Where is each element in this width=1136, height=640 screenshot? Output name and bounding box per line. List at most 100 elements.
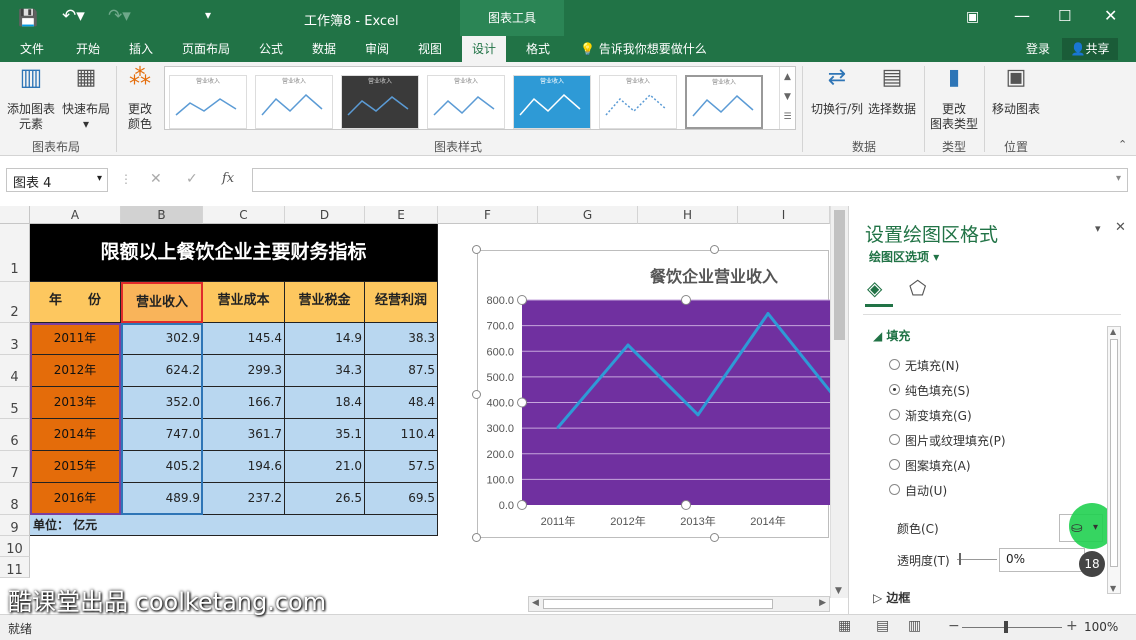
border-section-header[interactable]: ▷ 边框: [873, 589, 910, 606]
redo-icon[interactable]: ↷▾: [108, 6, 131, 26]
chart-style-5[interactable]: 营业收入: [513, 75, 591, 129]
year-cell[interactable]: 2014年: [30, 419, 121, 451]
column-header[interactable]: E: [365, 206, 438, 224]
value-cell[interactable]: 48.4: [365, 387, 438, 419]
scroll-up-icon[interactable]: ▲: [1110, 327, 1116, 336]
value-cell[interactable]: 21.0: [285, 451, 365, 483]
value-cell[interactable]: 145.4: [203, 323, 285, 355]
row-header[interactable]: 1: [0, 224, 30, 282]
vertical-scrollbar[interactable]: ▼: [830, 206, 848, 598]
radio-pattern-fill[interactable]: [889, 459, 900, 470]
undo-icon[interactable]: ↶▾: [62, 6, 85, 26]
column-header[interactable]: C: [203, 206, 285, 224]
tab-page-layout[interactable]: 页面布局: [182, 40, 230, 57]
slider-thumb[interactable]: [959, 553, 961, 565]
value-cell[interactable]: 18.4: [285, 387, 365, 419]
chart-style-6[interactable]: 营业收入: [599, 75, 677, 129]
value-cell[interactable]: 352.0: [121, 387, 203, 419]
page-break-view-icon[interactable]: ▥: [908, 618, 921, 634]
row-header[interactable]: 3: [0, 323, 30, 355]
row-header[interactable]: 8: [0, 483, 30, 515]
value-cell[interactable]: 489.9: [121, 483, 203, 515]
value-cell[interactable]: 57.5: [365, 451, 438, 483]
column-header[interactable]: B: [121, 206, 203, 224]
transparency-input[interactable]: 0%: [999, 548, 1085, 572]
chart-style-7[interactable]: 营业收入: [685, 75, 763, 129]
value-cell[interactable]: 237.2: [203, 483, 285, 515]
tab-format[interactable]: 格式: [526, 40, 550, 57]
zoom-in-icon[interactable]: +: [1066, 618, 1078, 634]
value-cell[interactable]: 747.0: [121, 419, 203, 451]
row-header[interactable]: 5: [0, 387, 30, 419]
row-header[interactable]: 9: [0, 515, 30, 536]
value-cell[interactable]: 361.7: [203, 419, 285, 451]
year-cell[interactable]: 2013年: [30, 387, 121, 419]
resize-handle[interactable]: [710, 533, 719, 542]
row-header[interactable]: 2: [0, 282, 30, 323]
add-chart-element-button[interactable]: ▥ 添加图表 元素: [4, 65, 58, 132]
formula-input[interactable]: ▾: [252, 168, 1128, 192]
tab-insert[interactable]: 插入: [129, 40, 153, 57]
change-colors-button[interactable]: ⁂ 更改 颜色: [120, 67, 160, 132]
table-title[interactable]: 限额以上餐饮企业主要财务指标: [30, 224, 438, 282]
maximize-icon[interactable]: ☐: [1058, 7, 1071, 25]
zoom-out-icon[interactable]: −: [948, 618, 960, 634]
resize-handle[interactable]: [472, 245, 481, 254]
tell-me[interactable]: 💡 告诉我你想要做什么: [580, 40, 707, 57]
radio-solid-fill[interactable]: [889, 384, 900, 395]
resize-handle[interactable]: [472, 533, 481, 542]
year-cell[interactable]: 2011年: [30, 323, 121, 355]
year-cell[interactable]: 2012年: [30, 355, 121, 387]
minimize-icon[interactable]: —: [1014, 6, 1030, 25]
row-header[interactable]: 6: [0, 419, 30, 451]
column-header[interactable]: G: [538, 206, 638, 224]
scroll-down-icon[interactable]: ▼: [835, 586, 842, 596]
value-cell[interactable]: 166.7: [203, 387, 285, 419]
column-header[interactable]: D: [285, 206, 365, 224]
tab-formulas[interactable]: 公式: [259, 40, 283, 57]
change-chart-type-button[interactable]: ▮ 更改 图表类型: [928, 67, 980, 132]
radio-automatic[interactable]: [889, 484, 900, 495]
header-profit[interactable]: 经营利润: [365, 282, 438, 323]
tab-design[interactable]: 设计: [462, 36, 507, 62]
option-gradient-fill[interactable]: 渐变填充(G): [905, 407, 972, 424]
quick-layout-button[interactable]: ▦ 快速布局 ▾: [58, 67, 114, 132]
row-header[interactable]: 10: [0, 536, 30, 557]
cancel-icon[interactable]: ✕: [150, 171, 162, 187]
resize-handle[interactable]: [710, 245, 719, 254]
chart-style-4[interactable]: 营业收入: [427, 75, 505, 129]
scroll-thumb[interactable]: [834, 210, 845, 340]
value-cell[interactable]: 35.1: [285, 419, 365, 451]
value-cell[interactable]: 302.9: [121, 323, 203, 355]
value-cell[interactable]: 299.3: [203, 355, 285, 387]
column-header[interactable]: H: [638, 206, 738, 224]
chart-area[interactable]: 餐饮企业营业收入 800.0 700.0 600.0 500.0 400.0 300.0 2…: [477, 250, 830, 539]
radio-gradient-fill[interactable]: [889, 409, 900, 420]
year-cell[interactable]: 2016年: [30, 483, 121, 515]
chart-plot[interactable]: 800.0 700.0 600.0 500.0 400.0 300.0 200.0 100.0…: [478, 251, 830, 539]
pane-scrollbar[interactable]: ▲ ▼: [1107, 326, 1121, 594]
name-box[interactable]: 图表 4 ▾: [6, 168, 108, 192]
value-cell[interactable]: 14.9: [285, 323, 365, 355]
row-header[interactable]: 11: [0, 557, 30, 578]
year-cell[interactable]: 2015年: [30, 451, 121, 483]
gallery-scroll[interactable]: ▲ ▼ ☰: [779, 67, 795, 129]
value-cell[interactable]: 38.3: [365, 323, 438, 355]
tab-data[interactable]: 数据: [312, 40, 336, 57]
resize-handle[interactable]: [472, 390, 481, 399]
row-header[interactable]: 4: [0, 355, 30, 387]
plot-area-options-dropdown[interactable]: 绘图区选项 ▾: [869, 248, 939, 265]
option-automatic[interactable]: 自动(U): [905, 482, 947, 499]
value-cell[interactable]: 194.6: [203, 451, 285, 483]
collapse-ribbon-icon[interactable]: ⌃: [1118, 138, 1127, 151]
chart-style-1[interactable]: 营业收入: [169, 75, 247, 129]
option-no-fill[interactable]: 无填充(N): [905, 357, 959, 374]
expand-icon[interactable]: ▾: [1116, 173, 1121, 184]
insert-function-icon[interactable]: fx: [222, 171, 234, 186]
save-icon[interactable]: 💾: [18, 8, 38, 27]
horizontal-scrollbar[interactable]: ◀ ▶: [528, 596, 830, 612]
zoom-slider[interactable]: [962, 627, 1062, 628]
customize-qat-icon[interactable]: ▾: [205, 8, 211, 22]
value-cell[interactable]: 624.2: [121, 355, 203, 387]
page-layout-view-icon[interactable]: ▤: [876, 618, 889, 634]
